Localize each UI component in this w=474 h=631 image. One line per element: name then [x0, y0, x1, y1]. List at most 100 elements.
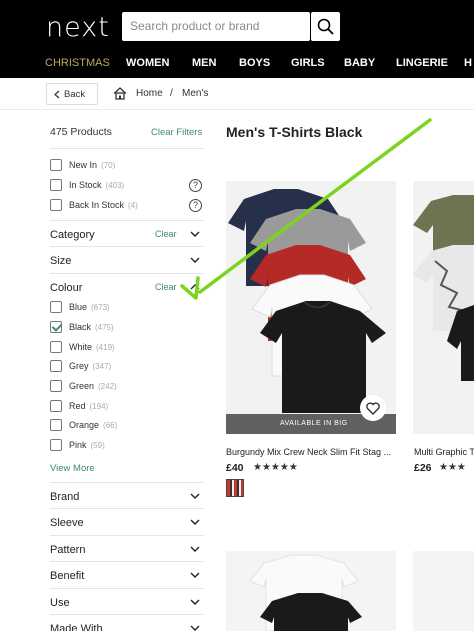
product-image[interactable]	[413, 181, 474, 434]
nav-girls[interactable]: GIRLS	[291, 57, 325, 69]
checkbox[interactable]	[50, 439, 62, 451]
checkbox[interactable]	[50, 301, 62, 313]
top-header: next Search product or brand CHRISTMAS W…	[0, 0, 474, 78]
filter-count: (403)	[105, 180, 125, 190]
checkbox[interactable]	[50, 199, 62, 211]
section-title: Size	[50, 255, 72, 267]
tshirt-stack-image	[249, 554, 362, 631]
section-category[interactable]: Category Clear	[50, 220, 204, 246]
back-button[interactable]: Back	[46, 83, 98, 105]
checkbox[interactable]	[50, 360, 62, 372]
product-price: £40	[226, 462, 244, 474]
product-name[interactable]: Multi Graphic T...	[414, 447, 474, 457]
colour-pink[interactable]: Pink (59)	[50, 438, 105, 452]
product-name[interactable]: Burgundy Mix Crew Neck Slim Fit Stag ...	[226, 447, 391, 457]
nav-more[interactable]: H	[464, 57, 472, 69]
colour-orange[interactable]: Orange (66)	[50, 418, 117, 432]
search-placeholder: Search product or brand	[130, 19, 260, 33]
chevron-down-icon	[190, 572, 200, 578]
home-icon[interactable]	[113, 87, 127, 100]
section-title: Colour	[50, 282, 83, 294]
nav-lingerie[interactable]: LINGERIE	[396, 57, 448, 69]
checkbox[interactable]	[50, 419, 62, 431]
section-pattern[interactable]: Pattern	[50, 535, 204, 561]
filter-label: Pink	[69, 440, 87, 450]
filter-label: Orange	[69, 420, 100, 430]
breadcrumb-separator: /	[170, 88, 173, 99]
filter-count: (347)	[92, 361, 112, 371]
filter-count: (242)	[98, 381, 117, 391]
rating-stars: ★★★	[439, 462, 466, 473]
filter-in-stock[interactable]: In Stock (403)	[50, 178, 124, 192]
section-brand[interactable]: Brand	[50, 482, 204, 508]
section-made-with[interactable]: Made With	[50, 614, 204, 631]
colour-black[interactable]: Black (475)	[50, 320, 114, 334]
section-benefit[interactable]: Benefit	[50, 561, 204, 587]
nav-men[interactable]: MEN	[192, 57, 216, 69]
checkbox[interactable]	[50, 341, 62, 353]
breadcrumb-current[interactable]: Men's	[182, 88, 208, 99]
nav-baby[interactable]: BABY	[344, 57, 375, 69]
nav-christmas[interactable]: CHRISTMAS	[45, 57, 110, 69]
filter-label: In Stock	[69, 180, 102, 190]
nav-boys[interactable]: BOYS	[239, 57, 270, 69]
section-title: Use	[50, 597, 70, 609]
badge-label: AVAILABLE IN BIG	[280, 420, 348, 427]
clear-filters-link[interactable]: Clear Filters	[151, 127, 202, 138]
search-input[interactable]: Search product or brand	[122, 12, 310, 41]
colour-blue[interactable]: Blue (673)	[50, 300, 110, 314]
section-use[interactable]: Use	[50, 588, 204, 614]
product-image[interactable]	[413, 551, 474, 631]
search-icon	[317, 18, 334, 35]
section-title: Category	[50, 229, 95, 241]
section-title: Made With	[50, 623, 103, 631]
heart-icon	[366, 401, 380, 415]
view-more-link[interactable]: View More	[50, 463, 95, 474]
filter-count: (194)	[89, 401, 109, 411]
chevron-down-icon	[190, 519, 200, 525]
filter-count: (4)	[128, 200, 138, 210]
breadcrumb-home[interactable]: Home	[136, 88, 163, 99]
chevron-down-icon	[190, 546, 200, 552]
favourite-button[interactable]	[360, 395, 386, 421]
tshirt-image	[413, 195, 474, 381]
chevron-down-icon	[190, 231, 200, 237]
colour-green[interactable]: Green (242)	[50, 379, 117, 393]
filter-label: Back In Stock	[69, 200, 125, 210]
nav-women[interactable]: WOMEN	[126, 57, 169, 69]
filter-back-in-stock[interactable]: Back In Stock (4)	[50, 198, 138, 212]
section-sleeve[interactable]: Sleeve	[50, 508, 204, 534]
search-button[interactable]	[311, 12, 340, 41]
next-logo[interactable]: next	[46, 12, 110, 43]
filter-label: Blue	[69, 302, 88, 312]
colour-white[interactable]: White (419)	[50, 340, 115, 354]
colour-red[interactable]: Red (194)	[50, 399, 108, 413]
checkbox[interactable]	[50, 400, 62, 412]
page-title: Men's T-Shirts Black	[226, 124, 363, 140]
filter-count: (673)	[91, 302, 110, 312]
product-image[interactable]	[226, 551, 396, 631]
help-icon[interactable]: ?	[189, 179, 202, 192]
product-price: £26	[414, 462, 432, 474]
filter-sidebar: 475 Products Clear Filters New In (70) I…	[50, 110, 204, 631]
checkbox[interactable]	[50, 159, 62, 171]
colour-swatch[interactable]	[226, 479, 244, 497]
filter-count: (419)	[96, 342, 115, 352]
section-size[interactable]: Size	[50, 246, 204, 272]
checkbox[interactable]	[50, 380, 62, 392]
filter-label: Green	[69, 381, 95, 391]
section-title: Benefit	[50, 570, 85, 582]
section-clear-link[interactable]: Clear	[155, 282, 177, 292]
filter-count: (66)	[103, 420, 118, 430]
section-colour[interactable]: Colour Clear	[50, 273, 204, 299]
checkbox-checked[interactable]	[50, 321, 62, 333]
help-icon[interactable]: ?	[189, 199, 202, 212]
main-nav: CHRISTMAS WOMEN MEN BOYS GIRLS BABY LING…	[0, 57, 474, 75]
filter-label: New In	[69, 160, 98, 170]
section-clear-link[interactable]: Clear	[155, 229, 177, 239]
chevron-down-icon	[190, 625, 200, 631]
colour-grey[interactable]: Grey (347)	[50, 359, 111, 373]
checkbox[interactable]	[50, 179, 62, 191]
filter-new-in[interactable]: New In (70)	[50, 158, 115, 172]
chevron-up-icon	[190, 284, 200, 290]
